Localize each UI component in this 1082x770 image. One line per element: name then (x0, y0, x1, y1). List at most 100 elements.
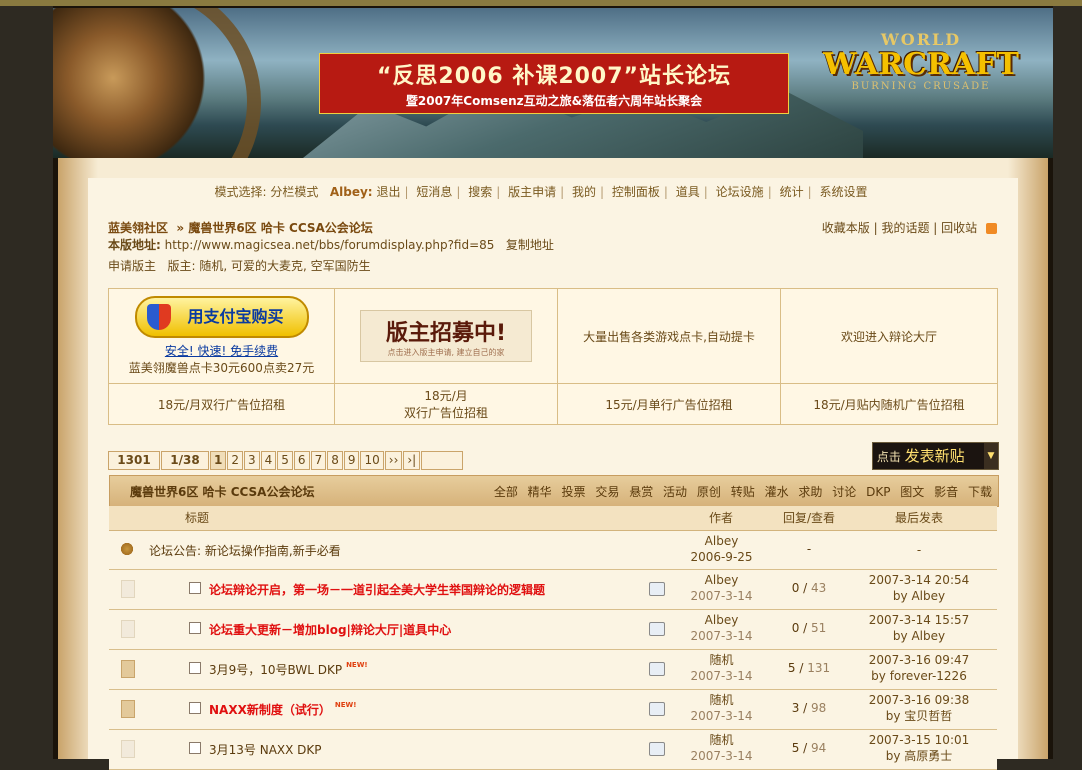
recycle-bin-link[interactable]: 回收站 (941, 221, 977, 235)
thread-title[interactable]: 论坛重大更新－增加blog|辩论大厅|道具中心 (209, 621, 451, 638)
moderator-names[interactable]: 随机, 可爱的大麦克, 空军国防生 (199, 259, 370, 273)
page-9[interactable]: 9 (343, 451, 360, 470)
filter-media[interactable]: 影音 (934, 485, 958, 499)
thread-last-time[interactable]: 2007-3-14 20:54 (849, 572, 989, 588)
page-7[interactable]: 7 (310, 451, 327, 470)
filter-poll[interactable]: 投票 (562, 485, 586, 499)
alipay-button[interactable]: 用支付宝购买 (134, 296, 309, 338)
my-topics-link[interactable]: 我的话题 (881, 221, 929, 235)
thread-title[interactable]: 3月13号 NAXX DKP (209, 741, 322, 758)
page-3[interactable]: 3 (244, 451, 260, 470)
alipay-caption: 蓝美翎魔兽点卡30元600点卖27元 (128, 361, 315, 375)
new-post-button[interactable]: 点击 发表新贴 ▼ (872, 442, 999, 470)
ad-slot-1[interactable]: 18元/月双行广告位招租 (108, 383, 335, 425)
thread-checkbox[interactable] (189, 662, 201, 674)
thread-last-time[interactable]: 2007-3-14 15:57 (849, 612, 989, 628)
promo-banner[interactable]: “反思2006 补课2007”站长论坛 暨2007年Comsenz互动之旅&落伍… (319, 53, 789, 114)
thread-last-time[interactable]: 2007-3-15 10:01 (849, 732, 989, 748)
thread-title[interactable]: 3月9号，10号BWL DKP (209, 663, 342, 677)
nav-facilities[interactable]: 论坛设施 (716, 185, 764, 199)
thread-author[interactable]: Albey (669, 612, 774, 628)
ad-slot-2[interactable]: 18元/月 双行广告位招租 (334, 383, 558, 425)
thread-last-by[interactable]: by 高原勇士 (849, 748, 989, 764)
filter-original[interactable]: 原创 (697, 485, 721, 499)
filter-activity[interactable]: 活动 (663, 485, 687, 499)
thread-title[interactable]: 论坛辩论开启，第一场－一道引起全美大学生举国辩论的逻辑题 (209, 581, 545, 598)
thread-last-by[interactable]: by Albey (849, 628, 989, 644)
page-last[interactable]: ›| (403, 451, 421, 470)
recruit-banner[interactable]: 版主招募中! 点击进入版主申请, 建立自己的家 (360, 310, 532, 362)
table-row[interactable]: 论坛辩论开启，第一场－一道引起全美大学生举国辩论的逻辑题 Albey 2007-3… (109, 570, 997, 610)
page-2[interactable]: 2 (227, 451, 243, 470)
ad-recruit[interactable]: 版主招募中! 点击进入版主申请, 建立自己的家 (334, 288, 558, 384)
nav-messages[interactable]: 短消息 (416, 185, 452, 199)
rss-icon[interactable] (986, 223, 997, 234)
thread-last-by[interactable]: by Albey (849, 588, 989, 604)
ad-debate-hall[interactable]: 欢迎进入辩论大厅 (780, 288, 998, 384)
address-url[interactable]: http://www.magicsea.net/bbs/forumdisplay… (165, 238, 495, 252)
filter-help[interactable]: 求助 (798, 485, 822, 499)
mode-select-link[interactable]: 分栏模式 (270, 185, 318, 199)
table-row[interactable]: NAXX新制度（试行） NEW! 随机 2007-3-14 3 / 98 2007-… (109, 690, 997, 730)
filter-repost[interactable]: 转贴 (731, 485, 755, 499)
page-jump-input[interactable] (421, 451, 464, 470)
ad-game-cards[interactable]: 大量出售各类游戏点卡,自动提卡 (557, 288, 781, 384)
nav-mod-apply[interactable]: 版主申请 (508, 185, 556, 199)
filter-dkp[interactable]: DKP (866, 485, 890, 499)
breadcrumb-site[interactable]: 蓝美翎社区 (108, 221, 168, 235)
page-10[interactable]: 10 (360, 451, 384, 470)
announcement-row[interactable]: 论坛公告: 新论坛操作指南,新手必看 Albey 2006-9-25 - - (109, 531, 997, 570)
filter-all[interactable]: 全部 (494, 485, 518, 499)
nav-stats[interactable]: 统计 (780, 185, 804, 199)
thread-author[interactable]: 随机 (669, 692, 774, 708)
thread-checkbox[interactable] (189, 702, 201, 714)
copy-address-link[interactable]: 复制地址 (506, 238, 554, 252)
shield-icon (146, 304, 171, 330)
ad-slot-4[interactable]: 18元/月贴内随机广告位招租 (780, 383, 998, 425)
filter-image[interactable]: 图文 (900, 485, 924, 499)
thread-author[interactable]: Albey (669, 572, 774, 588)
page-next[interactable]: ›› (384, 451, 403, 470)
thread-author[interactable]: 随机 (669, 652, 774, 668)
thread-last-by[interactable]: by forever-1226 (849, 668, 989, 684)
table-row[interactable]: 3月13号 NAXX DKP 随机 2007-3-14 5 / 94 2007-3… (109, 730, 997, 770)
nav-mine[interactable]: 我的 (572, 185, 596, 199)
nav-control-panel[interactable]: 控制面板 (612, 185, 660, 199)
filter-reward[interactable]: 悬赏 (629, 485, 653, 499)
thread-last-time[interactable]: 2007-3-16 09:47 (849, 652, 989, 668)
favorite-forum-link[interactable]: 收藏本版 (822, 221, 870, 235)
thread-author[interactable]: 随机 (669, 732, 774, 748)
forum-tools: 收藏本版 | 我的话题 | 回收站 (822, 219, 997, 236)
nav-props[interactable]: 道具 (676, 185, 700, 199)
alipay-safe-link[interactable]: 安全! 快速! 免手续费 (110, 342, 333, 359)
filter-trade[interactable]: 交易 (595, 485, 619, 499)
table-row[interactable]: 论坛重大更新－增加blog|辩论大厅|道具中心 Albey 2007-3-14 0… (109, 610, 997, 650)
ad-alipay[interactable]: 用支付宝购买 安全! 快速! 免手续费 蓝美翎魔兽点卡30元600点卖27元 (108, 288, 335, 384)
nav-logout[interactable]: 退出 (376, 185, 400, 199)
ad-slot-3[interactable]: 15元/月单行广告位招租 (557, 383, 781, 425)
page-4[interactable]: 4 (260, 451, 277, 470)
thread-replies: 3 (791, 701, 800, 715)
username[interactable]: Albey: (330, 185, 373, 199)
thread-last-time[interactable]: 2007-3-16 09:38 (849, 692, 989, 708)
thread-last-by[interactable]: by 宝贝哲哲 (849, 708, 989, 724)
chevron-down-icon[interactable]: ▼ (984, 443, 998, 469)
thread-checkbox[interactable] (189, 622, 201, 634)
nav-settings[interactable]: 系统设置 (819, 185, 867, 199)
page-5[interactable]: 5 (277, 451, 293, 470)
table-row[interactable]: 3月9号，10号BWL DKP NEW! 随机 2007-3-14 5 / 131 … (109, 650, 997, 690)
page-1[interactable]: 1 (210, 451, 227, 470)
thread-checkbox[interactable] (189, 582, 201, 594)
announcement-title[interactable]: 新论坛操作指南,新手必看 (205, 544, 341, 558)
filter-discuss[interactable]: 讨论 (832, 485, 856, 499)
page-8[interactable]: 8 (327, 451, 343, 470)
nav-search[interactable]: 搜索 (468, 185, 492, 199)
page-6[interactable]: 6 (293, 451, 310, 470)
thread-title[interactable]: NAXX新制度（试行） (209, 703, 331, 717)
recruit-title: 版主招募中! (385, 321, 507, 346)
filter-digest[interactable]: 精华 (528, 485, 552, 499)
apply-moderator-link[interactable]: 申请版主 (108, 259, 156, 273)
filter-download[interactable]: 下载 (968, 485, 992, 499)
thread-checkbox[interactable] (189, 742, 201, 754)
filter-chat[interactable]: 灌水 (765, 485, 789, 499)
